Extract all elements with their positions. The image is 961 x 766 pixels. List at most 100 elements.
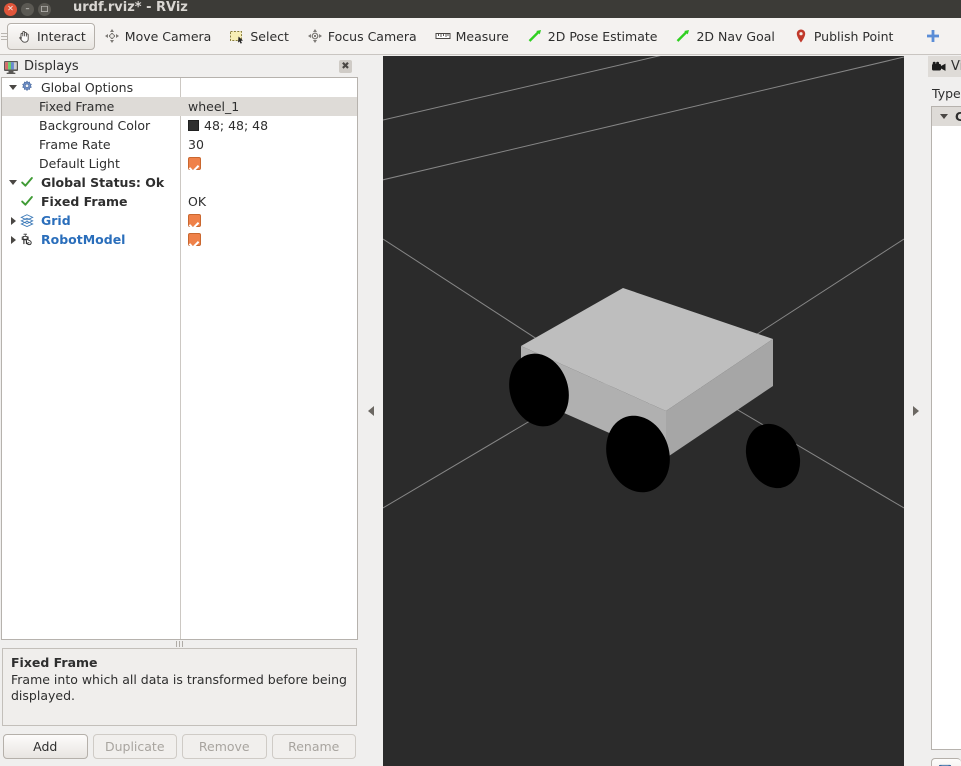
chevron-down-icon[interactable] <box>937 114 951 119</box>
gear-icon <box>20 79 36 96</box>
tree-label: RobotModel <box>41 232 126 247</box>
tree-label: Default Light <box>39 156 120 171</box>
chevron-down-icon[interactable] <box>6 85 20 90</box>
tree-label: Background Color <box>39 118 151 133</box>
maximize-window-button[interactable]: □ <box>38 2 51 16</box>
tree-row-status-fixed-frame[interactable]: Fixed Frame OK <box>2 192 357 211</box>
views-panel: Views Type Current View Save <box>928 56 961 766</box>
tree-row-background-color[interactable]: Background Color 48; 48; 48 <box>2 116 357 135</box>
viewport-right-gutter <box>920 56 928 766</box>
tree-label: Grid <box>41 213 71 228</box>
tool-2d-nav-goal[interactable]: 2D Nav Goal <box>666 23 783 50</box>
grid-enabled-checkbox[interactable] <box>188 214 201 227</box>
left-splitter[interactable] <box>359 56 383 766</box>
minimize-window-button[interactable]: – <box>21 2 34 16</box>
green-arrow-icon <box>675 28 691 44</box>
rviz-window: ✕ – □ urdf.rviz* - RViz Interact Move Ca… <box>0 0 961 766</box>
tree-value-fixed-frame[interactable]: wheel_1 <box>188 99 239 114</box>
tree-value-status: OK <box>188 194 207 209</box>
green-check-icon <box>20 175 36 191</box>
hand-cursor-icon <box>16 28 32 44</box>
zoom-in-button[interactable] <box>916 23 950 50</box>
tree-row-fixed-frame[interactable]: Fixed Frame wheel_1 <box>2 97 357 116</box>
tool-2d-pose-estimate[interactable]: 2D Pose Estimate <box>518 23 667 50</box>
select-box-icon <box>229 28 245 44</box>
green-arrow-icon <box>527 28 543 44</box>
tree-row-robotmodel[interactable]: RobotModel <box>2 230 357 249</box>
tool-focus-camera[interactable]: Focus Camera <box>298 23 426 50</box>
close-displays-panel-button[interactable]: ✖ <box>339 60 352 73</box>
views-tree-label: Current View <box>955 110 961 124</box>
tool-interact-label: Interact <box>37 28 86 44</box>
tree-row-frame-rate[interactable]: Frame Rate 30 <box>2 135 357 154</box>
description-box: Fixed Frame Frame into which all data is… <box>2 648 357 726</box>
tree-value-background-color[interactable]: 48; 48; 48 <box>204 118 268 133</box>
tree-value <box>181 78 357 97</box>
displays-panel-title: Displays <box>24 59 79 74</box>
tool-publish-point-label: Publish Point <box>813 28 894 44</box>
displays-tree[interactable]: Global Options Fixed Frame wheel_1 Backg… <box>1 77 358 640</box>
robotmodel-enabled-checkbox[interactable] <box>188 233 201 246</box>
save-view-button[interactable]: Save <box>931 758 961 766</box>
views-tree-row-current-view[interactable]: Current View <box>932 107 961 126</box>
ruler-icon <box>435 28 451 44</box>
description-body: Frame into which all data is transformed… <box>11 671 347 704</box>
chevron-right-icon[interactable] <box>6 216 20 225</box>
tool-move-camera[interactable]: Move Camera <box>95 23 221 50</box>
map-pin-icon <box>793 28 809 44</box>
tree-label: Frame Rate <box>39 137 111 152</box>
tree-label: Fixed Frame <box>39 99 115 114</box>
tree-row-default-light[interactable]: Default Light <box>2 154 357 173</box>
tool-publish-point[interactable]: Publish Point <box>784 23 903 50</box>
tree-row-global-status[interactable]: Global Status: Ok <box>2 173 357 192</box>
robot-icon <box>20 232 36 248</box>
tree-value-frame-rate[interactable]: 30 <box>188 137 204 152</box>
tool-move-camera-label: Move Camera <box>124 28 212 44</box>
remove-button: Remove <box>182 734 267 759</box>
zoom-out-button[interactable] <box>950 23 961 50</box>
description-title: Fixed Frame <box>11 655 98 670</box>
tool-interact[interactable]: Interact <box>7 22 95 50</box>
tree-row-global-options[interactable]: Global Options <box>2 78 357 97</box>
window-title: urdf.rviz* - RViz <box>73 0 188 15</box>
rename-button: Rename <box>271 734 356 759</box>
views-panel-header: Views <box>928 56 961 77</box>
chevron-right-icon[interactable] <box>6 235 20 244</box>
add-button[interactable]: Add <box>3 734 88 759</box>
tool-2d-nav-goal-label: 2D Nav Goal <box>696 28 775 44</box>
tool-measure-label: Measure <box>455 28 509 44</box>
expand-right-arrow-icon[interactable] <box>913 406 919 416</box>
tool-select[interactable]: Select <box>220 23 298 50</box>
displays-button-row: Add Duplicate Remove Rename <box>0 726 359 759</box>
plus-icon <box>925 28 941 44</box>
tree-label: Global Status: Ok <box>41 175 165 190</box>
tool-2d-pose-estimate-label: 2D Pose Estimate <box>547 28 658 44</box>
default-light-checkbox[interactable] <box>188 157 201 170</box>
tree-value <box>181 173 357 192</box>
move-camera-icon <box>104 28 120 44</box>
tool-measure[interactable]: Measure <box>426 23 518 50</box>
title-bar: ✕ – □ urdf.rviz* - RViz <box>0 0 961 18</box>
green-check-icon <box>20 194 36 210</box>
main-toolbar: Interact Move Camera Select Focus Camera… <box>0 18 961 55</box>
tree-row-grid[interactable]: Grid <box>2 211 357 230</box>
duplicate-button: Duplicate <box>92 734 177 759</box>
render-viewport-3d[interactable] <box>383 56 904 766</box>
collapse-left-arrow-icon[interactable] <box>368 406 374 416</box>
tool-focus-camera-label: Focus Camera <box>327 28 417 44</box>
monitor-icon <box>3 59 19 75</box>
chevron-down-icon[interactable] <box>6 180 20 185</box>
window-controls: ✕ – □ <box>0 2 51 16</box>
scene-3d <box>383 56 904 766</box>
views-panel-title: Views <box>951 59 961 74</box>
close-window-button[interactable]: ✕ <box>4 2 17 16</box>
tool-select-label: Select <box>250 28 289 44</box>
tree-label: Global Options <box>41 80 134 95</box>
color-swatch[interactable] <box>188 120 199 131</box>
displays-panel-header: Displays ✖ <box>0 56 359 77</box>
tree-label: Fixed Frame <box>41 194 128 209</box>
tree-description-splitter[interactable] <box>0 640 359 648</box>
views-type-label: Type <box>932 86 961 101</box>
focus-camera-icon <box>307 28 323 44</box>
views-tree[interactable]: Current View <box>931 106 961 750</box>
